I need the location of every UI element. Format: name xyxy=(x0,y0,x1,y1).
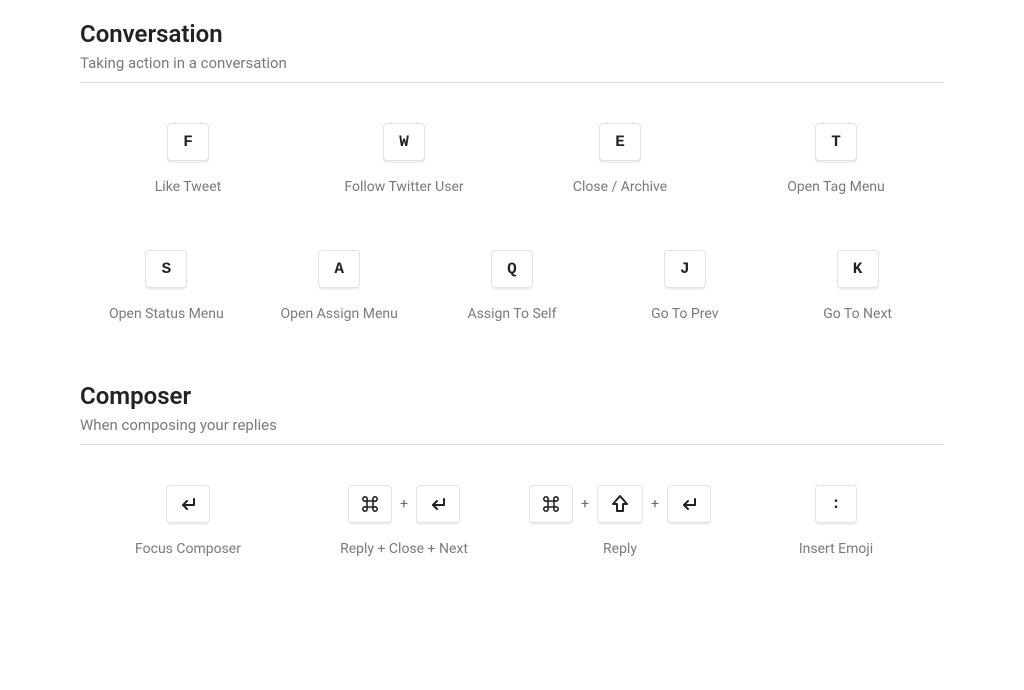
shortcut-label: Like Tweet xyxy=(155,179,221,195)
shortcut-open-status-menu: S Open Status Menu xyxy=(80,250,253,322)
shortcut-label: Open Assign Menu xyxy=(281,306,398,322)
enter-key-icon xyxy=(667,485,711,523)
key-combo: T xyxy=(815,123,857,161)
key-combo: : xyxy=(815,485,857,523)
key-combo: S xyxy=(145,250,187,288)
shortcut-label: Focus Composer xyxy=(135,541,241,557)
section-divider xyxy=(80,82,944,83)
key-combo: K xyxy=(837,250,879,288)
key-q: Q xyxy=(491,250,533,288)
shortcut-go-to-prev: J Go To Prev xyxy=(598,250,771,322)
shortcut-reply-close-next: + Reply + Close + Next xyxy=(296,485,512,557)
shortcut-label: Reply xyxy=(603,541,637,557)
key-combo: Q xyxy=(491,250,533,288)
section-composer: Composer When composing your replies Focus… xyxy=(80,382,944,557)
key-:: : xyxy=(815,485,857,523)
key-t: T xyxy=(815,123,857,161)
shortcut-open-tag-menu: T Open Tag Menu xyxy=(728,123,944,195)
plus-separator: + xyxy=(400,496,408,512)
key-combo: F xyxy=(167,123,209,161)
shortcut-reply: ++Reply xyxy=(512,485,728,557)
key-a: A xyxy=(318,250,360,288)
key-e: E xyxy=(599,123,641,161)
section-title: Conversation xyxy=(80,20,944,48)
section-subtitle: When composing your replies xyxy=(80,416,944,434)
key-j: J xyxy=(664,250,706,288)
shortcut-label: Open Status Menu xyxy=(109,306,224,322)
shortcut-label: Close / Archive xyxy=(573,179,667,195)
shortcut-insert-emoji: : Insert Emoji xyxy=(728,485,944,557)
shortcut-close-archive: E Close / Archive xyxy=(512,123,728,195)
shortcut-row: S Open Status Menu A Open Assign Menu Q Assig… xyxy=(80,250,944,322)
key-combo: E xyxy=(599,123,641,161)
shortcut-go-to-next: K Go To Next xyxy=(771,250,944,322)
shortcut-label: Go To Prev xyxy=(651,306,718,322)
shortcut-label: Go To Next xyxy=(823,306,892,322)
key-combo: A xyxy=(318,250,360,288)
key-combo: ++ xyxy=(529,485,711,523)
section-title: Composer xyxy=(80,382,944,410)
shortcut-assign-to-self: Q Assign To Self xyxy=(426,250,599,322)
cmd-key-icon xyxy=(348,485,392,523)
key-combo: + xyxy=(348,485,460,523)
shortcut-like-tweet: F Like Tweet xyxy=(80,123,296,195)
shortcut-label: Follow Twitter User xyxy=(344,179,463,195)
enter-key-icon xyxy=(416,485,460,523)
section-divider xyxy=(80,444,944,445)
key-w: W xyxy=(383,123,425,161)
section-subtitle: Taking action in a conversation xyxy=(80,54,944,72)
enter-key-icon xyxy=(166,485,210,523)
cmd-key-icon xyxy=(529,485,573,523)
plus-separator: + xyxy=(581,496,589,512)
section-conversation: Conversation Taking action in a conversat… xyxy=(80,20,944,322)
key-f: F xyxy=(167,123,209,161)
shortcut-follow-twitter-user: W Follow Twitter User xyxy=(296,123,512,195)
shortcut-row: Focus Composer+Reply + Close + Next++Rep… xyxy=(80,485,944,557)
key-k: K xyxy=(837,250,879,288)
shortcut-label: Insert Emoji xyxy=(799,541,873,557)
shift-key-icon xyxy=(597,485,643,523)
shortcut-open-assign-menu: A Open Assign Menu xyxy=(253,250,426,322)
plus-separator: + xyxy=(651,496,659,512)
key-s: S xyxy=(145,250,187,288)
shortcut-label: Open Tag Menu xyxy=(787,179,884,195)
shortcut-focus-composer: Focus Composer xyxy=(80,485,296,557)
shortcut-label: Assign To Self xyxy=(468,306,557,322)
key-combo: J xyxy=(664,250,706,288)
shortcut-label: Reply + Close + Next xyxy=(340,541,468,557)
key-combo: W xyxy=(383,123,425,161)
shortcut-row: F Like Tweet W Follow Twitter User E Close / … xyxy=(80,123,944,195)
key-combo xyxy=(166,485,210,523)
